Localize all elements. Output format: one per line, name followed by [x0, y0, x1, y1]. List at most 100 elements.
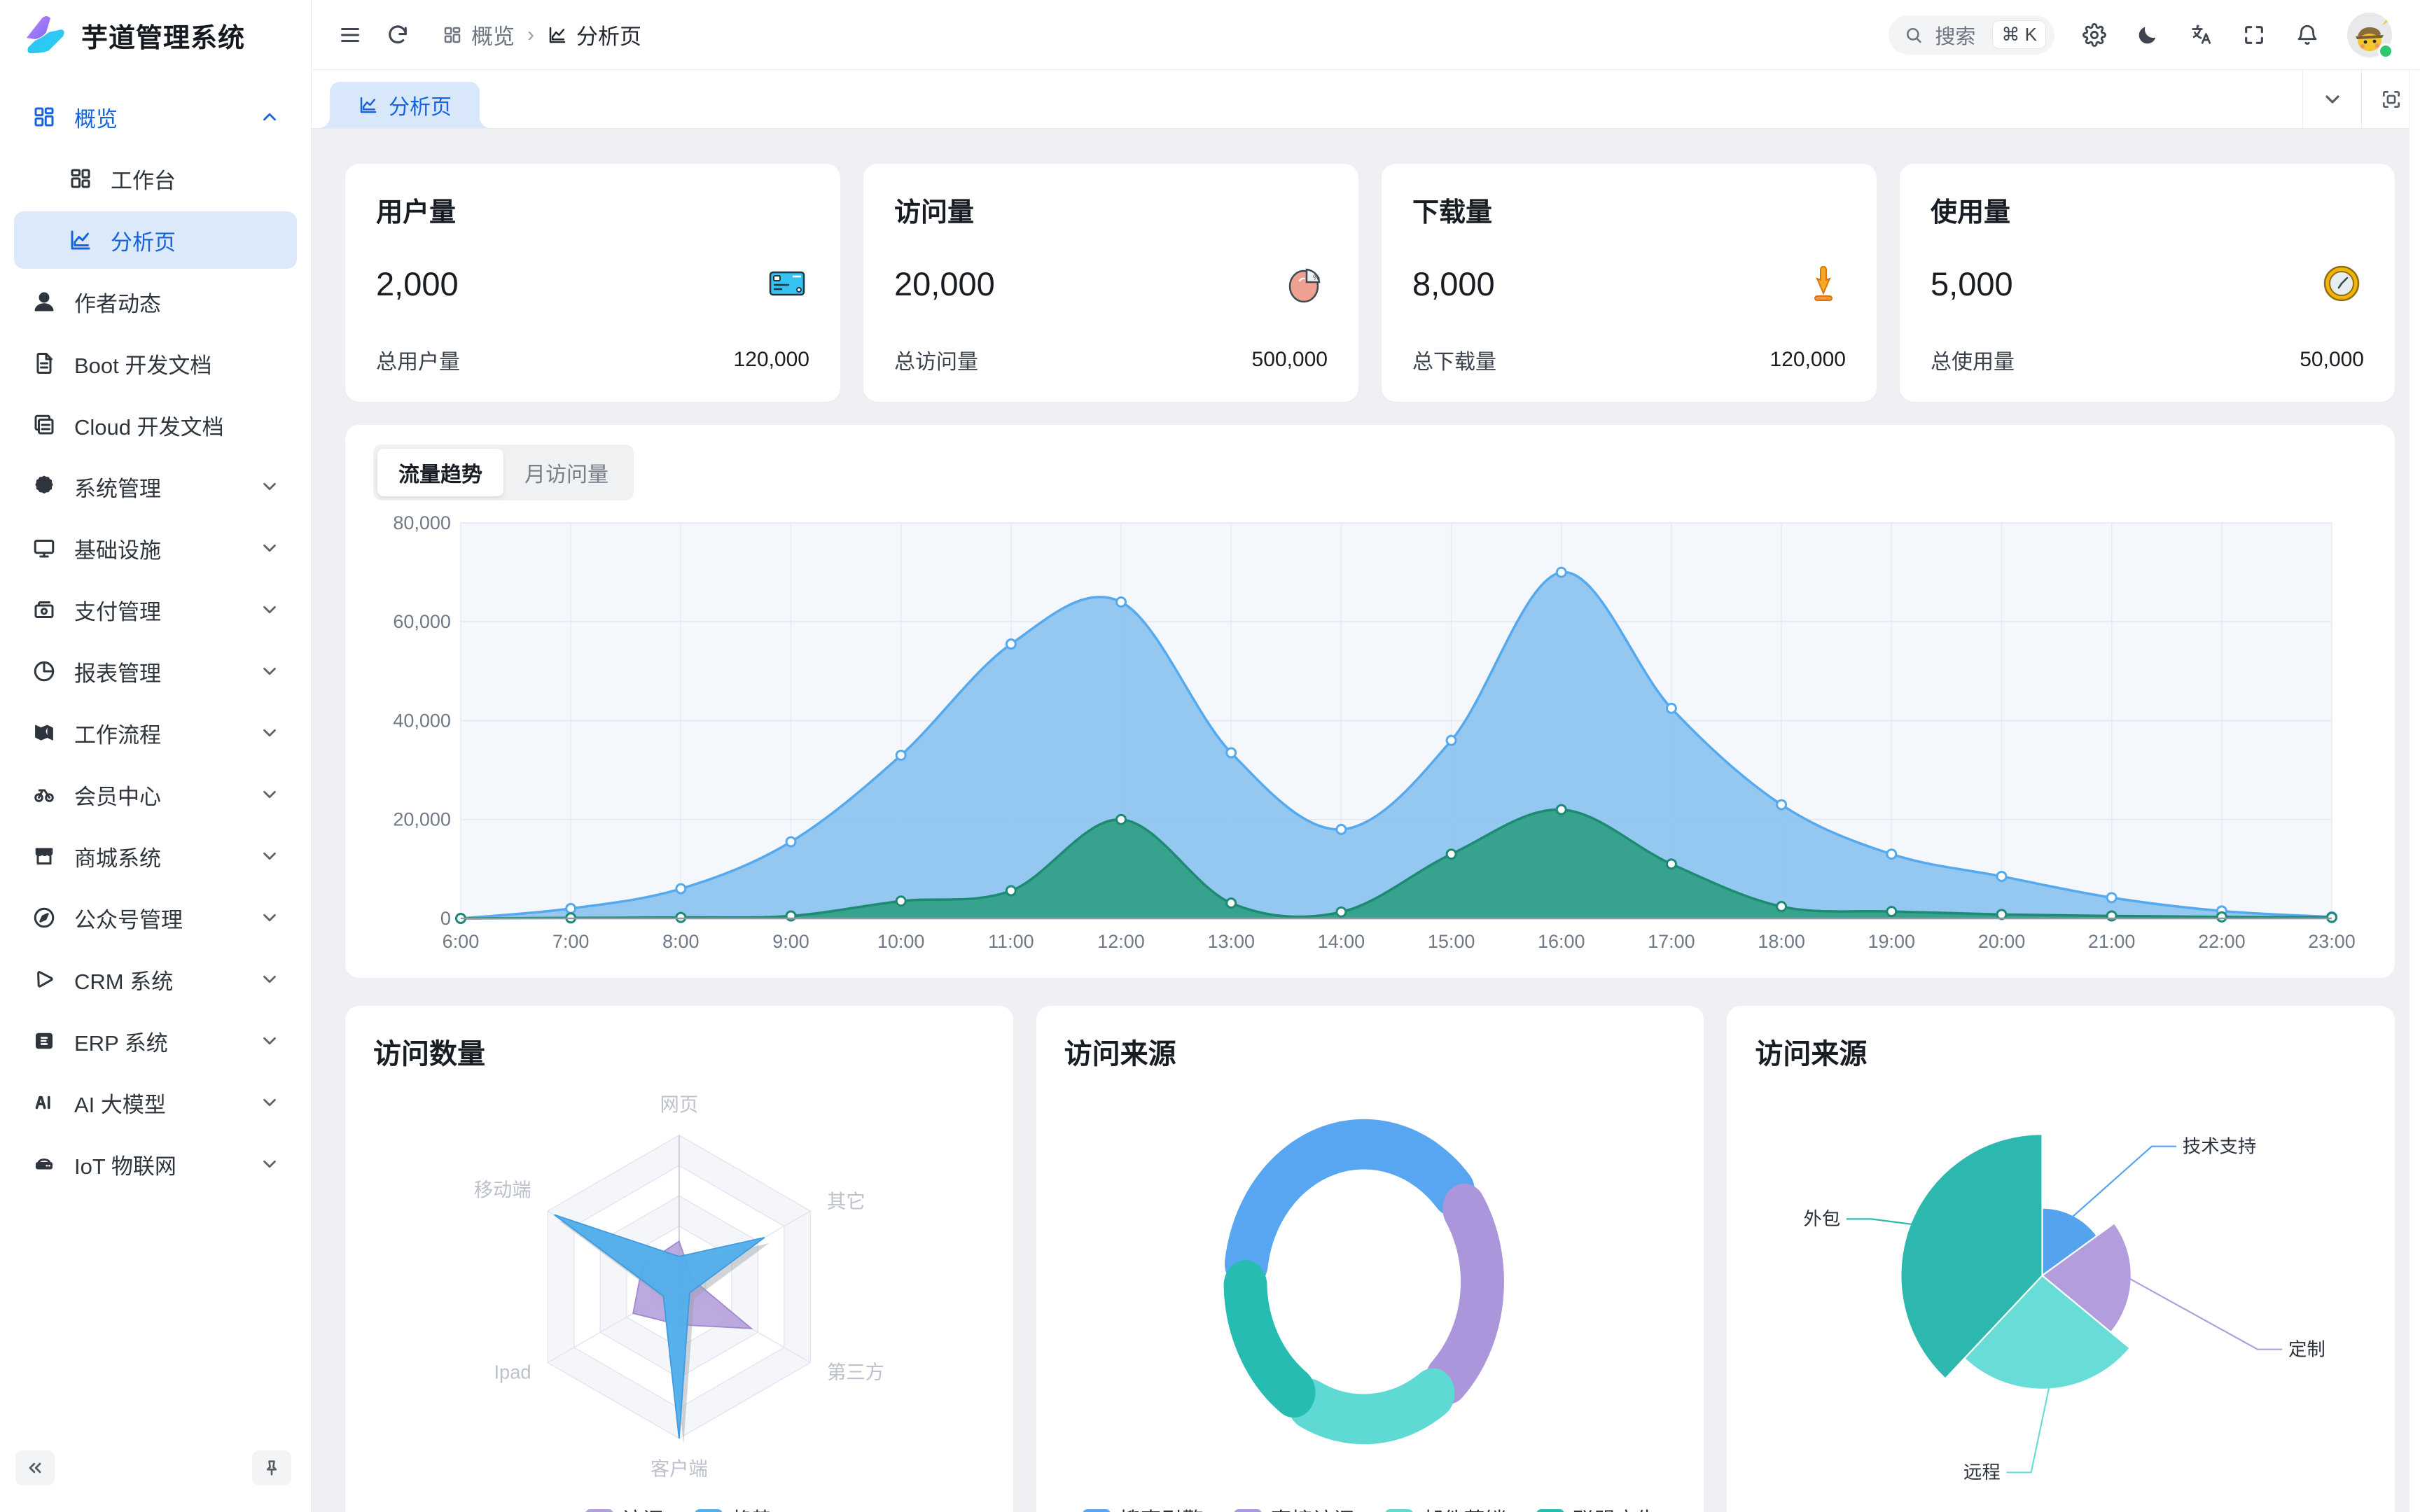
legend-item-邮件营销[interactable]: 邮件营销: [1385, 1503, 1505, 1512]
sidebar-item-label: Cloud 开发文档: [74, 410, 224, 441]
bottom-charts-row: 访问数量 网页其它第三方客户端Ipad移动端 访问趋势 访问来源 搜索引擎直接访…: [345, 1006, 2395, 1512]
svg-text:60,000: 60,000: [393, 611, 451, 632]
sidebar-item-系统管理[interactable]: 系统管理: [14, 458, 297, 515]
chevron-down-icon: [259, 969, 280, 990]
sidebar-item-报表管理[interactable]: 报表管理: [14, 643, 297, 700]
traffic-trend-card: 流量趋势月访问量 020,00040,00060,00080,0006:007:…: [345, 425, 2395, 978]
trend-tab-月访问量[interactable]: 月访问量: [503, 449, 630, 496]
piechart-icon: %: [1283, 261, 1328, 306]
sidebar-item-会员中心[interactable]: 会员中心: [14, 766, 297, 823]
visit-source-donut-card: 访问来源 搜索引擎 直接访问 邮件营销 联盟广告: [1036, 1006, 1704, 1512]
stat-card-用户量: 用户量 2,000 总用户量 120,000: [345, 164, 840, 402]
legend-item-搜索引擎[interactable]: 搜索引擎: [1083, 1503, 1203, 1512]
stat-card-total-value: 500,000: [1252, 348, 1328, 372]
monitor-icon: [31, 535, 57, 561]
legend-swatch: [585, 1509, 613, 1512]
stat-card-value: 5,000: [1931, 265, 2013, 303]
sidebar-item-label: 作者动态: [74, 286, 161, 318]
sidebar-item-label: AI 大模型: [74, 1087, 166, 1119]
svg-text:11:00: 11:00: [988, 931, 1034, 952]
sidebar-item-label: 支付管理: [74, 594, 161, 626]
legend-label: 趋势: [731, 1503, 773, 1512]
logo-row[interactable]: 芋道管理系统: [0, 0, 311, 70]
legend-item-趋势[interactable]: 趋势: [695, 1503, 773, 1512]
sidebar-item-ERP-系统[interactable]: ERP 系统: [14, 1012, 297, 1070]
settings-button[interactable]: [2081, 22, 2108, 48]
clock-icon: [2319, 261, 2364, 306]
traffic-trend-chart[interactable]: 020,00040,00060,00080,0006:007:008:009:0…: [373, 510, 2367, 962]
sidebar-item-工作台[interactable]: 工作台: [14, 150, 297, 207]
docs-icon: [31, 412, 57, 438]
stat-card-value: 2,000: [376, 265, 459, 303]
svg-text:定制: 定制: [2288, 1338, 2325, 1359]
sidebar-item-公众号管理[interactable]: 公众号管理: [14, 889, 297, 946]
visit-source-donut-chart[interactable]: [1064, 1079, 1676, 1485]
visit-source-rose-chart[interactable]: 技术支持定制远程外包: [1755, 1079, 2367, 1485]
panel-title: 访问来源: [1755, 1031, 2367, 1072]
line-chart-icon: [547, 24, 568, 46]
visit-count-radar-chart[interactable]: 网页其它第三方客户端Ipad移动端: [373, 1079, 985, 1485]
svg-text:客户端: 客户端: [651, 1458, 708, 1480]
sidebar-item-Cloud-开发文档[interactable]: Cloud 开发文档: [14, 396, 297, 454]
sidebar-item-IoT-物联网[interactable]: IoT 物联网: [14, 1135, 297, 1193]
breadcrumb-separator: ›: [526, 23, 536, 47]
sidebar-toggle-button[interactable]: [337, 22, 363, 48]
breadcrumb-label: 分析页: [576, 19, 641, 50]
wallet-icon: [31, 596, 57, 623]
sidebar-item-label: 工作流程: [74, 718, 161, 749]
chart-icon: [67, 227, 94, 253]
sidebar-item-商城系统[interactable]: 商城系统: [14, 827, 297, 885]
stat-card-value: 20,000: [894, 265, 995, 303]
sidebar-collapse-button[interactable]: [15, 1450, 55, 1485]
trend-tab-流量趋势[interactable]: 流量趋势: [377, 449, 503, 496]
chevron-down-icon: [259, 907, 280, 928]
legend-item-直接访问[interactable]: 直接访问: [1234, 1503, 1354, 1512]
stat-card-total-value: 120,000: [734, 348, 809, 372]
panel-title: 访问来源: [1064, 1031, 1676, 1072]
member-icon: [31, 781, 57, 808]
main-area: 概览 › 分析页 搜索 ⌘ K: [312, 0, 2420, 1512]
dark-mode-button[interactable]: [2134, 22, 2161, 48]
sidebar-item-CRM-系统[interactable]: CRM 系统: [14, 951, 297, 1008]
doc-icon: [31, 350, 57, 377]
notifications-button[interactable]: [2294, 22, 2321, 48]
visit-count-card: 访问数量 网页其它第三方客户端Ipad移动端 访问趋势: [345, 1006, 1013, 1512]
global-search[interactable]: 搜索 ⌘ K: [1889, 15, 2054, 55]
app-logo-icon: [21, 14, 66, 56]
workbench-icon: [67, 165, 94, 192]
legend-item-联盟广告[interactable]: 联盟广告: [1536, 1503, 1657, 1512]
refresh-button[interactable]: [384, 22, 411, 48]
svg-text:0: 0: [440, 908, 451, 929]
sidebar-item-作者动态[interactable]: 作者动态: [14, 273, 297, 330]
legend-item-访问[interactable]: 访问: [585, 1503, 664, 1512]
language-button[interactable]: [2188, 22, 2214, 48]
sidebar-item-支付管理[interactable]: 支付管理: [14, 581, 297, 638]
sidebar-item-Boot-开发文档[interactable]: Boot 开发文档: [14, 335, 297, 392]
sidebar-item-基础设施[interactable]: 基础设施: [14, 519, 297, 577]
online-status-dot: [2378, 43, 2393, 59]
sidebar-item-工作流程[interactable]: 工作流程: [14, 704, 297, 762]
page-scrollbar[interactable]: [2409, 70, 2420, 1512]
sidebar-item-概览[interactable]: 概览: [14, 88, 297, 146]
grid-icon: [31, 104, 57, 130]
sidebar-pin-button[interactable]: [252, 1450, 291, 1485]
fullscreen-button[interactable]: [2241, 22, 2267, 48]
pie-icon: [31, 658, 57, 685]
top-header: 概览 › 分析页 搜索 ⌘ K: [312, 0, 2420, 70]
user-avatar[interactable]: [2347, 13, 2392, 57]
grid-icon: [442, 24, 463, 46]
tab-analysis-page[interactable]: 分析页: [330, 82, 480, 128]
sidebar-item-分析页[interactable]: 分析页: [14, 211, 297, 269]
sidebar-item-AI-大模型[interactable]: AI 大模型: [14, 1074, 297, 1131]
svg-text:第三方: 第三方: [827, 1361, 884, 1382]
breadcrumb-item-analysis[interactable]: 分析页: [547, 19, 641, 50]
breadcrumb-item-overview[interactable]: 概览: [442, 19, 515, 50]
tab-list-dropdown-button[interactable]: [2302, 70, 2361, 128]
card-icon: [765, 261, 809, 306]
svg-text:23:00: 23:00: [2308, 931, 2356, 952]
svg-text:80,000: 80,000: [393, 512, 451, 533]
app-title: 芋道管理系统: [81, 16, 245, 55]
chevron-down-icon: [259, 784, 280, 805]
stat-card-total-label: 总使用量: [1931, 344, 2015, 375]
ai-icon: [31, 1089, 57, 1116]
